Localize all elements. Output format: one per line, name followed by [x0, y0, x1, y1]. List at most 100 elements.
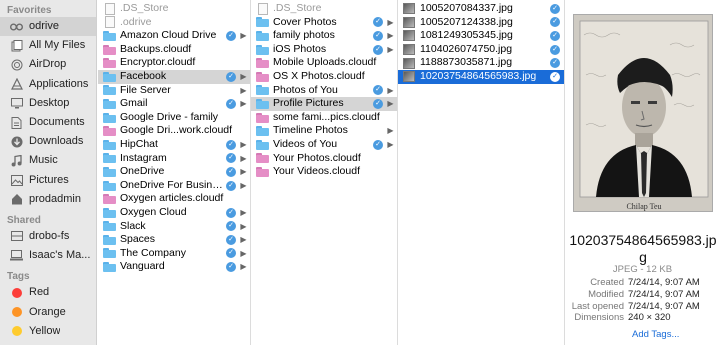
file-row[interactable]: 10203754864565983.jpg ✓ [398, 69, 564, 84]
sidebar-item-label: Desktop [29, 96, 70, 109]
folder-row[interactable]: The Company ✓ ▶ [98, 247, 250, 261]
sidebar-item-airdrop[interactable]: AirDrop [0, 55, 96, 74]
disclosure-arrow-icon: ▶ [387, 85, 394, 95]
folder-row[interactable]: Videos of You ✓ ▶ [251, 138, 397, 152]
folder-row[interactable]: Spaces ✓ ▶ [98, 233, 250, 247]
item-name: 10203754864565983.jpg [420, 69, 537, 82]
folder-row[interactable]: Mobile Uploads.cloudf▶ [251, 56, 397, 70]
folder-row[interactable]: some fami...pics.cloudf▶ [251, 111, 397, 125]
sync-check-icon: ✓ [550, 44, 560, 55]
file-row[interactable]: 1005207084337.jpg ✓ [398, 2, 564, 16]
item-name: 1005207124338.jpg [420, 15, 513, 28]
disclosure-arrow-icon: ▶ [240, 167, 247, 177]
sidebar-item-odrive[interactable]: odrive [0, 17, 96, 37]
cloud-folder-icon [103, 126, 116, 137]
folder-icon [103, 85, 116, 96]
folder-row[interactable]: HipChat ✓ ▶ [98, 138, 250, 152]
sync-check-icon: ✓ [226, 180, 236, 191]
item-name: Your Photos.cloudf [273, 151, 361, 164]
item-name: Backups.cloudf [120, 42, 192, 55]
sync-check-icon: ✓ [226, 207, 236, 218]
folder-row[interactable]: OneDrive For Business ✓ ▶ [98, 179, 250, 193]
folder-row[interactable]: Facebook ✓ ▶ [98, 69, 250, 84]
folder-icon [256, 85, 269, 96]
sidebar-item-all-my-files[interactable]: All My Files [0, 36, 96, 55]
sync-check-icon: ✓ [550, 30, 560, 41]
folder-icon [103, 180, 116, 191]
sidebar-item-pictures[interactable]: Pictures [0, 171, 96, 190]
folder-row[interactable]: Timeline Photos ▶ [251, 124, 397, 138]
item-name: Encryptor.cloudf [120, 56, 196, 69]
file-row[interactable]: .DS_Store▶ [98, 2, 250, 16]
folder-icon [103, 153, 116, 164]
item-name: family photos [273, 29, 335, 42]
folder-row[interactable]: Encryptor.cloudf▶ [98, 56, 250, 70]
folder-row[interactable]: Amazon Cloud Drive ✓ ▶ [98, 29, 250, 43]
file-row[interactable]: .DS_Store▶ [251, 2, 397, 16]
favorites-heading: Favorites [7, 5, 52, 16]
folder-row[interactable]: iOS Photos ✓ ▶ [251, 43, 397, 57]
sidebar-item-tag-yellow[interactable]: Yellow [0, 322, 96, 341]
add-tags-link[interactable]: Add Tags... [632, 329, 679, 340]
disclosure-arrow-icon: ▶ [240, 235, 247, 245]
image-thumbnail-icon [403, 44, 415, 56]
folder-row[interactable]: Gmail ✓ ▶ [98, 97, 250, 111]
folder-row[interactable]: Vanguard ✓ ▶ [98, 260, 250, 274]
folder-row[interactable]: Google Dri...work.cloudf▶ [98, 124, 250, 138]
folder-row[interactable]: Backups.cloudf▶ [98, 43, 250, 57]
folder-row[interactable]: Instagram ✓ ▶ [98, 152, 250, 166]
folder-row[interactable]: Google Drive - family▶ [98, 111, 250, 125]
file-row[interactable]: 1104026074750.jpg ✓ [398, 43, 564, 57]
column-profile-pictures[interactable]: 1005207084337.jpg ✓ 1005207124338.jpg ✓ 1081… [398, 0, 565, 345]
folder-row[interactable]: Oxygen articles.cloudf▶ [98, 192, 250, 206]
folder-row[interactable]: File Server ▶ [98, 84, 250, 98]
folder-row[interactable]: Photos of You ✓ ▶ [251, 84, 397, 98]
sidebar-item-tag-red[interactable]: Red [0, 283, 96, 302]
folder-row[interactable]: Slack ✓ ▶ [98, 220, 250, 234]
file-row[interactable]: 1005207124338.jpg ✓ [398, 16, 564, 30]
sidebar-item-label: Documents [29, 116, 85, 129]
item-name: Google Dri...work.cloudf [120, 124, 233, 137]
sidebar-item-applications[interactable]: Applications [0, 75, 96, 94]
folder-row[interactable]: Oxygen Cloud ✓ ▶ [98, 206, 250, 220]
sync-check-icon: ✓ [373, 17, 383, 28]
disclosure-arrow-icon: ▶ [387, 31, 394, 41]
column-odrive[interactable]: .DS_Store▶.odrive▶Amazon Cloud Drive✓▶Ba… [98, 0, 251, 345]
sidebar-item-drobo-fs[interactable]: drobo-fs [0, 227, 96, 246]
item-name: OneDrive For Business [120, 178, 226, 191]
folder-row[interactable]: Your Videos.cloudf▶ [251, 165, 397, 179]
file-row[interactable]: 1188873035871.jpg ✓ [398, 56, 564, 70]
item-name: 1188873035871.jpg [420, 56, 513, 69]
disclosure-arrow-icon: ▶ [387, 126, 394, 136]
sidebar-item-label: odrive [29, 20, 59, 33]
sidebar-item-desktop[interactable]: Desktop [0, 94, 96, 113]
folder-icon [103, 166, 116, 177]
folder-row[interactable]: OS X Photos.cloudf▶ [251, 70, 397, 84]
tag-color-dot-icon [10, 325, 23, 338]
metadata-key: Created [590, 277, 624, 288]
folder-row[interactable]: Your Photos.cloudf▶ [251, 152, 397, 166]
sidebar-item-documents[interactable]: Documents [0, 113, 96, 132]
sidebar-item-music[interactable]: Music [0, 151, 96, 170]
sidebar-item-tag-orange[interactable]: Orange [0, 302, 96, 321]
sync-check-icon: ✓ [373, 30, 383, 41]
file-row[interactable]: .odrive▶ [98, 16, 250, 30]
sync-check-icon: ✓ [550, 71, 560, 82]
item-name: Photos of You [273, 83, 338, 96]
file-row[interactable]: 1081249305345.jpg ✓ [398, 29, 564, 43]
sidebar-item-prodadmin[interactable]: prodadmin [0, 190, 96, 209]
folder-row[interactable]: family photos ✓ ▶ [251, 29, 397, 43]
item-name: Facebook [120, 69, 167, 82]
sidebar-item-downloads[interactable]: Downloads [0, 132, 96, 151]
sidebar-item-label: Downloads [29, 135, 84, 148]
item-name: Vanguard [120, 260, 165, 273]
column-facebook[interactable]: .DS_Store▶Cover Photos✓▶family photos ✓ ▶ i… [251, 0, 398, 345]
folder-row[interactable]: Profile Pictures ✓ ▶ [251, 97, 397, 111]
folder-row[interactable]: Cover Photos ✓ ▶ [251, 16, 397, 30]
folder-row[interactable]: OneDrive ✓ ▶ [98, 165, 250, 179]
sync-check-icon: ✓ [550, 58, 560, 69]
sidebar-item-isaac-s-ma[interactable]: Isaac's Ma... [0, 246, 96, 265]
sidebar-item-label: Applications [29, 77, 89, 90]
disclosure-arrow-icon: ▶ [387, 99, 394, 109]
metadata-value: 7/24/14, 9:07 AM [628, 288, 700, 300]
